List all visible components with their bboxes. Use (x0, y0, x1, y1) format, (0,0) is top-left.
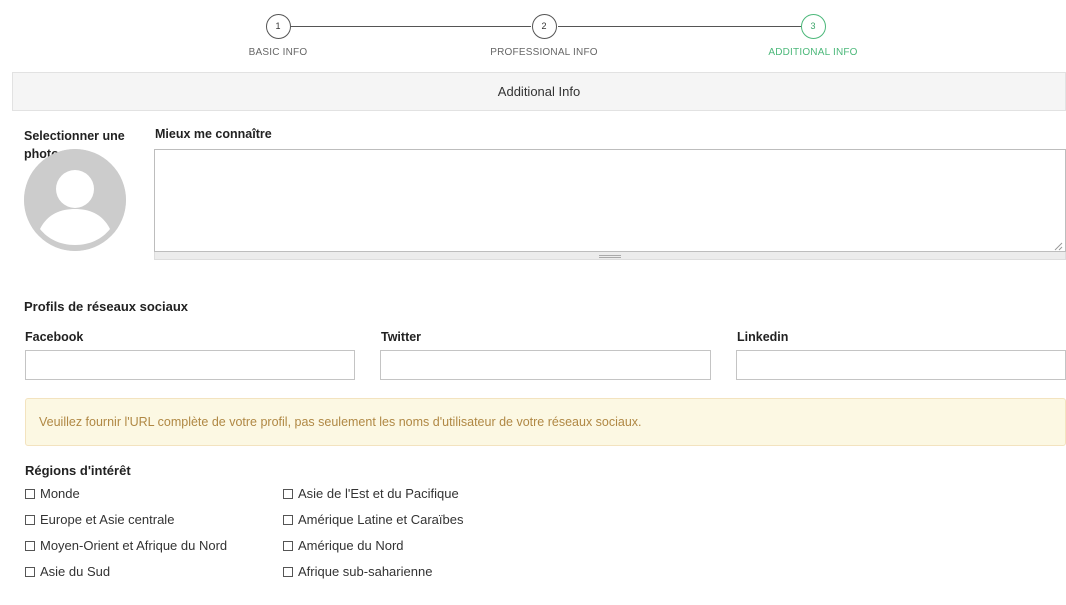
step-additional-info[interactable]: 3 ADDITIONAL INFO (733, 14, 893, 58)
regions-title: Régions d'intérêt (25, 463, 131, 478)
step-number: 2 (531, 14, 557, 39)
step-basic-info[interactable]: 1 BASIC INFO (198, 14, 358, 58)
checkbox[interactable] (25, 514, 35, 525)
avatar-upload[interactable] (24, 149, 126, 251)
checkbox-label: Monde (40, 486, 80, 501)
facebook-input[interactable] (25, 350, 355, 380)
checkbox[interactable] (25, 488, 35, 499)
checkbox-label: Moyen-Orient et Afrique du Nord (40, 538, 228, 553)
textarea-drag-bar[interactable] (154, 252, 1066, 260)
region-checkbox-amerique-latine[interactable]: Amérique Latine et Caraïbes (283, 512, 463, 527)
region-checkbox-europe-asie-centrale[interactable]: Europe et Asie centrale (25, 512, 174, 527)
linkedin-label: Linkedin (737, 330, 789, 344)
user-avatar-icon (24, 149, 126, 251)
checkbox-label: Asie du Sud (40, 564, 111, 579)
facebook-label: Facebook (25, 330, 84, 344)
social-profiles-title: Profils de réseaux sociaux (24, 299, 189, 314)
checkbox-label: Afrique sub-saharienne (298, 564, 433, 579)
checkbox[interactable] (283, 540, 293, 551)
checkbox[interactable] (283, 566, 293, 577)
region-checkbox-asie-est-pacifique[interactable]: Asie de l'Est et du Pacifique (283, 486, 459, 501)
checkbox[interactable] (283, 514, 293, 525)
linkedin-input[interactable] (736, 350, 1066, 380)
checkbox-label: Asie de l'Est et du Pacifique (298, 486, 459, 501)
about-textarea[interactable] (154, 149, 1066, 252)
region-checkbox-afrique-sub-saharienne[interactable]: Afrique sub-saharienne (283, 564, 432, 579)
section-title: Additional Info (12, 72, 1066, 111)
step-label: ADDITIONAL INFO (768, 47, 858, 58)
about-label: Mieux me connaître (155, 127, 272, 141)
region-checkbox-monde[interactable]: Monde (25, 486, 80, 501)
step-label: PROFESSIONAL INFO (490, 47, 598, 58)
step-label: BASIC INFO (248, 47, 308, 58)
checkbox[interactable] (283, 488, 293, 499)
region-checkbox-moyen-orient[interactable]: Moyen-Orient et Afrique du Nord (25, 538, 227, 553)
checkbox-label: Amérique du Nord (298, 538, 404, 553)
region-checkbox-asie-du-sud[interactable]: Asie du Sud (25, 564, 110, 579)
resize-handle-icon[interactable] (1053, 241, 1063, 251)
step-number: 3 (800, 14, 826, 39)
drag-grip-icon (599, 255, 621, 258)
twitter-label: Twitter (381, 330, 422, 344)
social-url-warning: Veuillez fournir l'URL complète de votre… (25, 398, 1066, 446)
step-number: 1 (265, 14, 291, 39)
checkbox-label: Europe et Asie centrale (40, 512, 175, 527)
checkbox[interactable] (25, 566, 35, 577)
region-checkbox-amerique-du-nord[interactable]: Amérique du Nord (283, 538, 404, 553)
progress-stepper: 1 BASIC INFO 2 PROFESSIONAL INFO 3 ADDIT… (0, 0, 1066, 72)
twitter-input[interactable] (380, 350, 711, 380)
checkbox[interactable] (25, 540, 35, 551)
step-professional-info[interactable]: 2 PROFESSIONAL INFO (464, 14, 624, 58)
checkbox-label: Amérique Latine et Caraïbes (298, 512, 464, 527)
